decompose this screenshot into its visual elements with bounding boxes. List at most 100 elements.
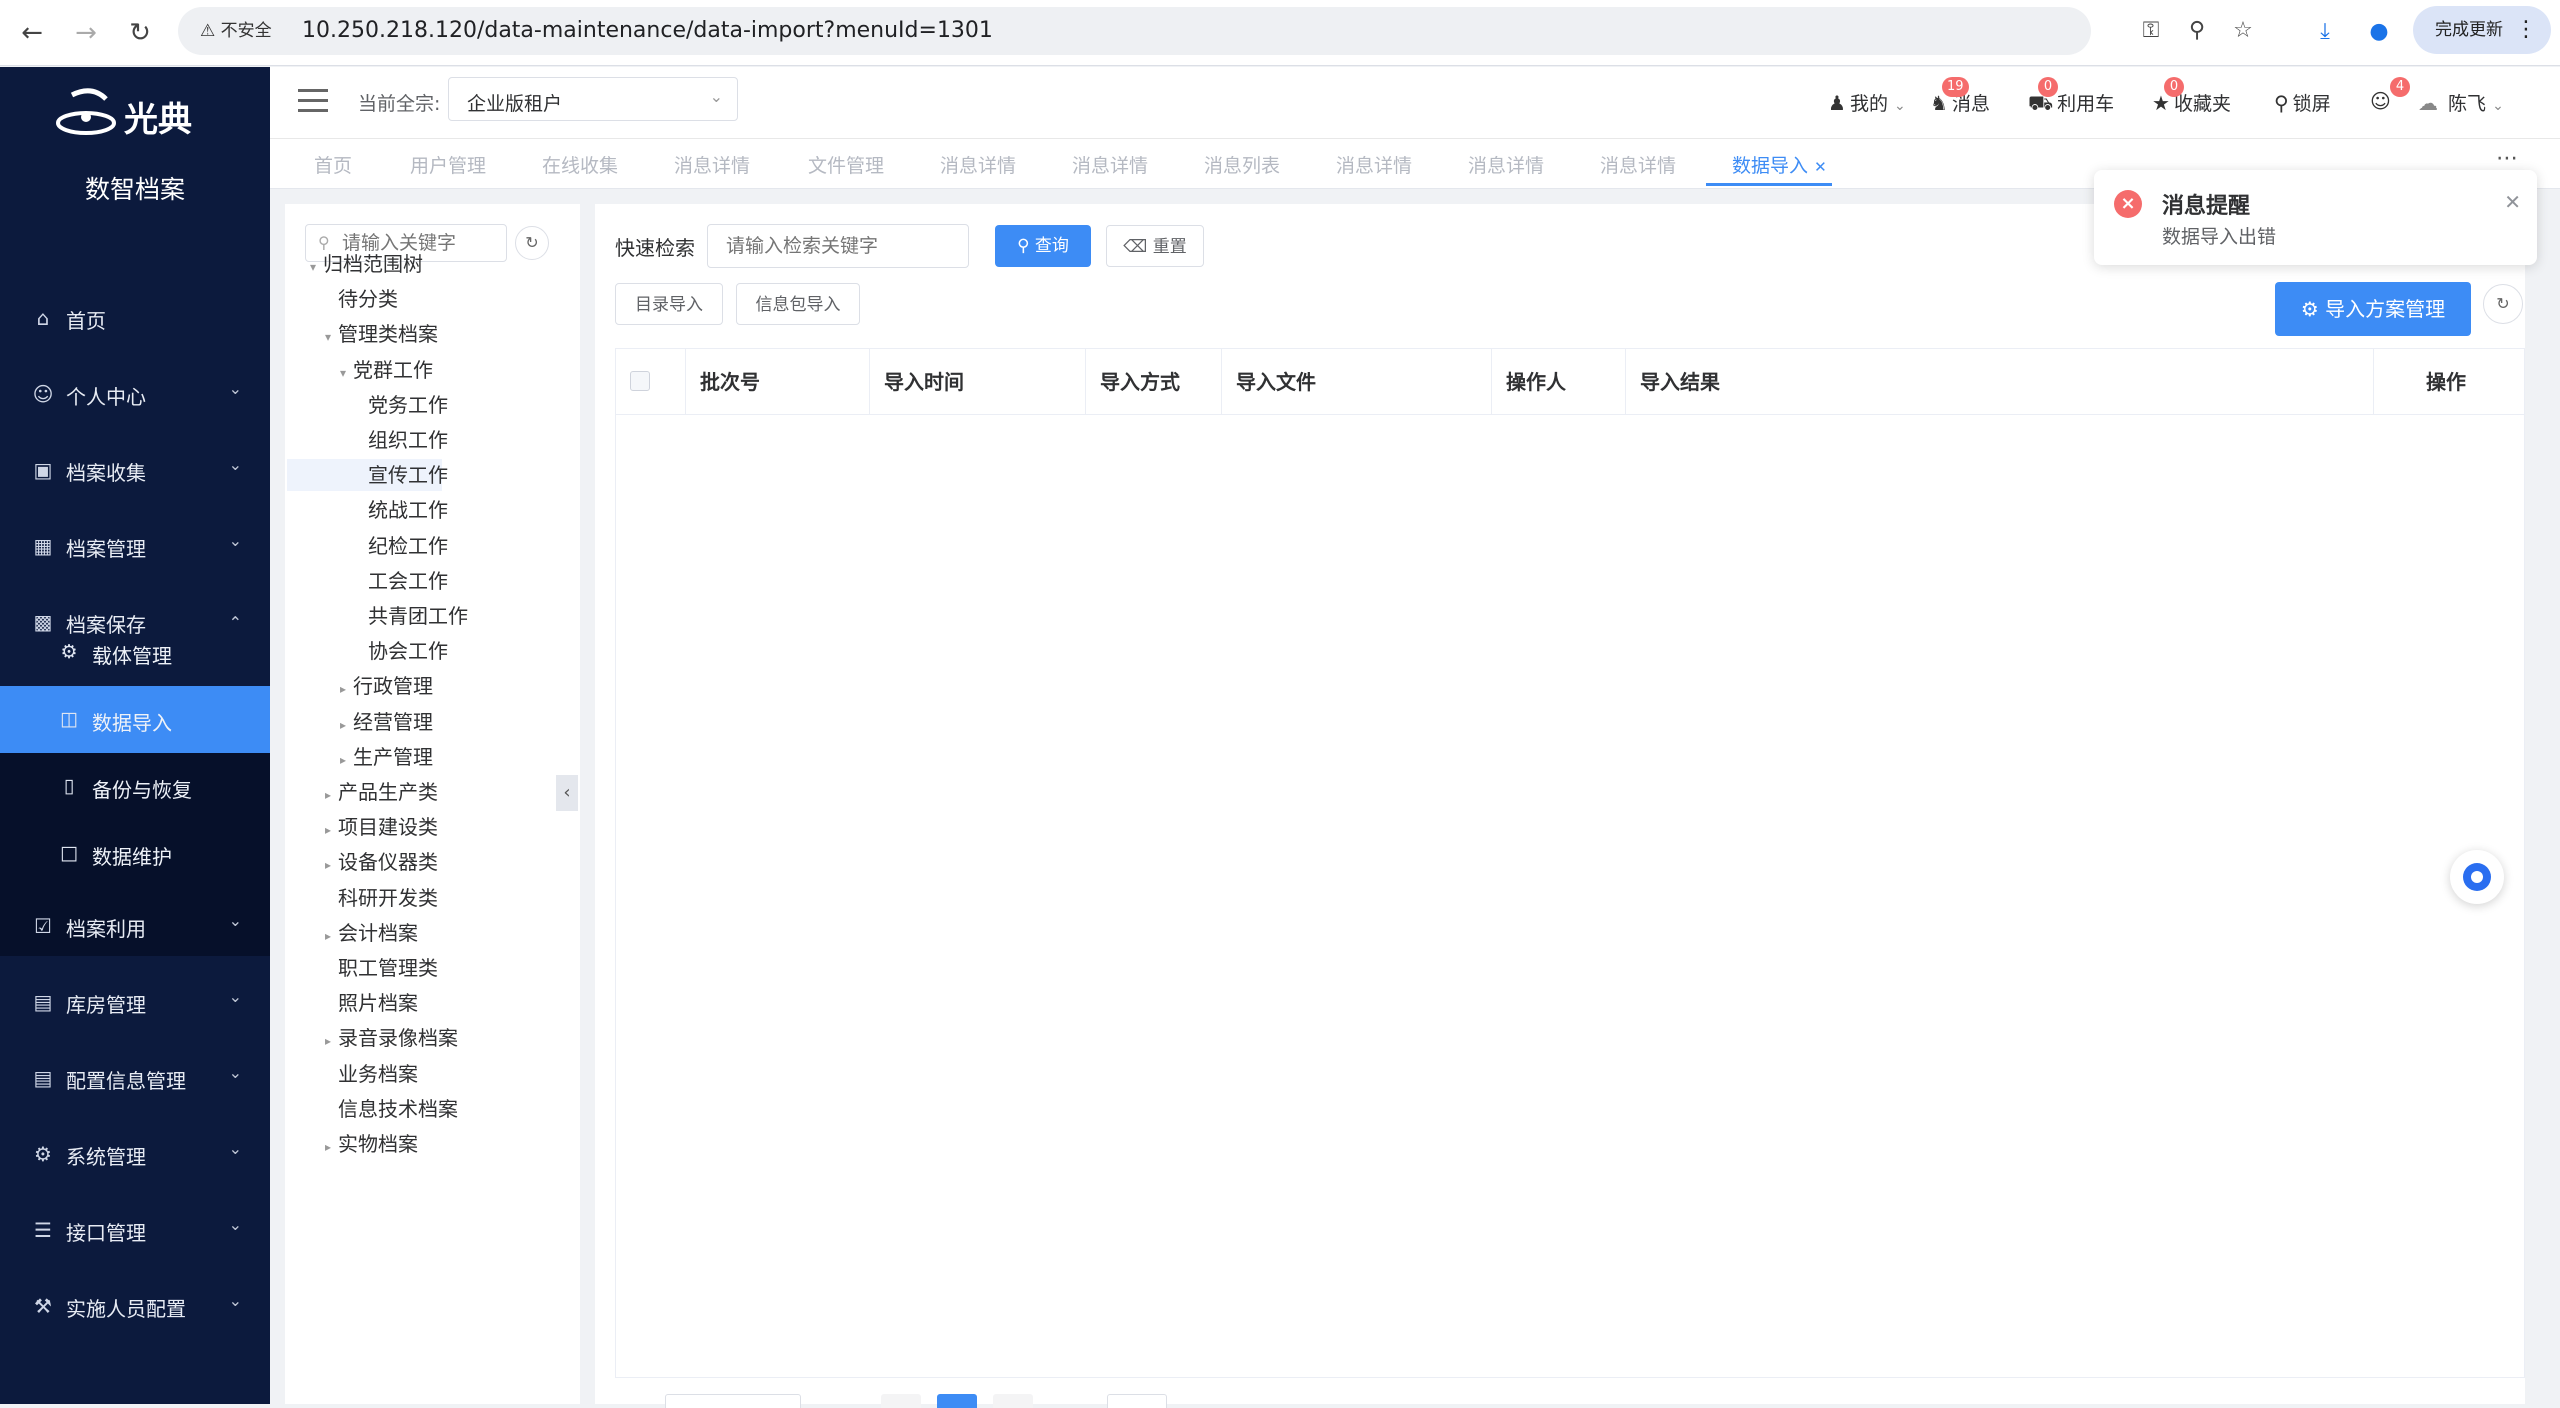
quick-search-input[interactable]	[726, 235, 946, 257]
tree-node[interactable]: 科研开发类	[318, 882, 438, 914]
user-menu[interactable]: ☁ 陈飞 ⌄	[2418, 89, 2504, 116]
cart-item[interactable]: ⛟ 利用车 0	[2028, 77, 2114, 118]
tree-node[interactable]: ▸ 项目建设类	[318, 811, 438, 843]
column-batch-no[interactable]: 批次号	[686, 349, 870, 415]
refresh-icon[interactable]: ↻	[515, 226, 549, 260]
tab-message-detail[interactable]: 消息详情	[940, 151, 1016, 178]
tree-node[interactable]: 业务档案	[318, 1058, 418, 1090]
profile-icon[interactable]: ●	[2364, 17, 2394, 47]
tab-online-collect[interactable]: 在线收集	[542, 151, 618, 178]
caret-right-icon[interactable]: ▸	[318, 920, 338, 952]
caret-down-icon[interactable]: ▾	[318, 321, 338, 353]
tree-node[interactable]: 信息技术档案	[318, 1093, 458, 1125]
caret-right-icon[interactable]: ▸	[318, 849, 338, 881]
tab-user-manage[interactable]: 用户管理	[410, 151, 486, 178]
tree-node[interactable]: 照片档案	[318, 987, 418, 1019]
tree-node[interactable]: 协会工作	[348, 635, 448, 667]
menu-system[interactable]: ⚙ 系统管理 ⌄	[0, 1117, 270, 1193]
tab-message-list[interactable]: 消息列表	[1204, 151, 1280, 178]
caret-right-icon[interactable]: ▸	[318, 814, 338, 846]
back-icon[interactable]: ←	[16, 17, 48, 49]
menu-archive-manage[interactable]: ▦ 档案管理 ⌄	[0, 509, 270, 585]
hamburger-icon[interactable]	[298, 89, 328, 115]
security-chip[interactable]: ⚠ 不安全	[190, 17, 282, 45]
tree-node[interactable]: 宣传工作	[287, 459, 448, 492]
menu-personal-center[interactable]: ☺ 个人中心 ⌄	[0, 357, 270, 433]
tab-message-detail[interactable]: 消息详情	[1600, 151, 1676, 178]
tree-node[interactable]: ▸ 行政管理	[333, 670, 433, 702]
column-import-method[interactable]: 导入方式	[1086, 349, 1222, 415]
mine-menu[interactable]: ♟ 我的 ⌄	[1828, 89, 1906, 116]
url-text[interactable]: 10.250.218.120/data-maintenance/data-imp…	[302, 7, 993, 55]
tree-node[interactable]: 统战工作	[348, 494, 448, 526]
close-icon[interactable]: ✕	[1814, 158, 1827, 176]
import-scheme-button[interactable]: ⚙ 导入方案管理	[2275, 282, 2471, 336]
tree-node[interactable]: 组织工作	[348, 424, 448, 456]
tree-node[interactable]: 纪检工作	[348, 530, 448, 562]
submenu-data-maintain[interactable]: □ 数据维护	[0, 820, 270, 887]
column-import-time[interactable]: 导入时间	[870, 349, 1086, 415]
tree-node[interactable]: 职工管理类	[318, 952, 438, 984]
menu-warehouse[interactable]: ▤ 库房管理 ⌄	[0, 965, 270, 1041]
tab-file-manage[interactable]: 文件管理	[808, 151, 884, 178]
tree-node[interactable]: ▸ 经营管理	[333, 706, 433, 738]
goto-page-input[interactable]	[1107, 1394, 1167, 1408]
select-all-checkbox[interactable]	[630, 371, 650, 391]
query-button[interactable]: ⚲ 查询	[995, 225, 1091, 267]
current-page[interactable]	[937, 1394, 977, 1408]
update-button[interactable]: 完成更新 ⋮	[2413, 6, 2551, 54]
star-icon[interactable]: ☆	[2228, 16, 2258, 46]
tree-node[interactable]: ▾ 归档范围树	[303, 248, 423, 280]
assistant-float-button[interactable]	[2450, 850, 2504, 904]
tree-node[interactable]: ▸ 生产管理	[333, 741, 433, 773]
caret-right-icon[interactable]: ▸	[333, 709, 353, 741]
menu-config-info[interactable]: ▤ 配置信息管理 ⌄	[0, 1041, 270, 1117]
tab-message-detail[interactable]: 消息详情	[1468, 151, 1544, 178]
favorites-item[interactable]: ★ 收藏夹 0	[2152, 77, 2231, 116]
tree-node[interactable]: ▸ 产品生产类	[318, 776, 438, 808]
tab-message-detail[interactable]: 消息详情	[1336, 151, 1412, 178]
tree-node[interactable]: 党务工作	[348, 389, 448, 421]
tree-node[interactable]: ▸ 会计档案	[318, 917, 418, 949]
tree-node[interactable]: 待分类	[318, 283, 398, 315]
collapse-handle[interactable]: ‹	[556, 775, 578, 811]
tab-home[interactable]: 首页	[314, 151, 352, 178]
prev-page-button[interactable]	[881, 1394, 921, 1408]
tab-data-import[interactable]: 数据导入 ✕	[1732, 151, 1827, 178]
tree-node[interactable]: ▾ 管理类档案	[318, 318, 438, 350]
caret-right-icon[interactable]: ▸	[333, 744, 353, 776]
reload-icon[interactable]: ↻	[124, 17, 156, 49]
page-size-select[interactable]	[665, 1394, 801, 1408]
messages-item[interactable]: ♞ 消息 19	[1930, 77, 1990, 116]
tree-node[interactable]: 工会工作	[348, 565, 448, 597]
package-import-button[interactable]: 信息包导入	[736, 283, 860, 325]
reset-button[interactable]: ⌫ 重置	[1106, 225, 1204, 267]
catalog-import-button[interactable]: 目录导入	[615, 283, 723, 325]
column-import-result[interactable]: 导入结果	[1626, 349, 2374, 415]
column-import-file[interactable]: 导入文件	[1222, 349, 1492, 415]
next-page-button[interactable]	[993, 1394, 1033, 1408]
caret-right-icon[interactable]: ▸	[318, 1131, 338, 1163]
refresh-icon[interactable]: ↻	[2483, 284, 2523, 324]
lock-item[interactable]: ⚲ 锁屏	[2274, 89, 2331, 116]
forward-icon[interactable]: →	[70, 17, 102, 49]
menu-archive-use[interactable]: ☑ 档案利用 ⌄	[0, 889, 270, 965]
tenant-select[interactable]: 企业版租户 ⌄	[448, 77, 738, 121]
tree-node[interactable]: ▸ 设备仪器类	[318, 846, 438, 878]
column-operator[interactable]: 操作人	[1492, 349, 1626, 415]
tree-node[interactable]: 共青团工作	[348, 600, 468, 632]
download-icon[interactable]: ⤓	[2310, 17, 2340, 47]
submenu-backup-restore[interactable]: ▯ 备份与恢复	[0, 753, 270, 820]
caret-right-icon[interactable]: ▸	[333, 673, 353, 705]
menu-archive-collect[interactable]: ▣ 档案收集 ⌄	[0, 433, 270, 509]
tree-node[interactable]: ▸ 实物档案	[318, 1128, 418, 1160]
caret-right-icon[interactable]: ▸	[318, 779, 338, 811]
tab-message-detail[interactable]: 消息详情	[674, 151, 750, 178]
zoom-icon[interactable]: ⚲	[2182, 16, 2212, 46]
tree-node[interactable]: ▸ 录音录像档案	[318, 1022, 458, 1054]
online-users-item[interactable]: ☺ 4	[2370, 77, 2410, 113]
address-bar[interactable]: ⚠ 不安全 10.250.218.120/data-maintenance/da…	[178, 7, 2253, 55]
caret-down-icon[interactable]: ▾	[303, 251, 323, 283]
key-icon[interactable]: ⚿	[2136, 16, 2166, 46]
menu-home[interactable]: ⌂ 首页	[0, 281, 270, 357]
